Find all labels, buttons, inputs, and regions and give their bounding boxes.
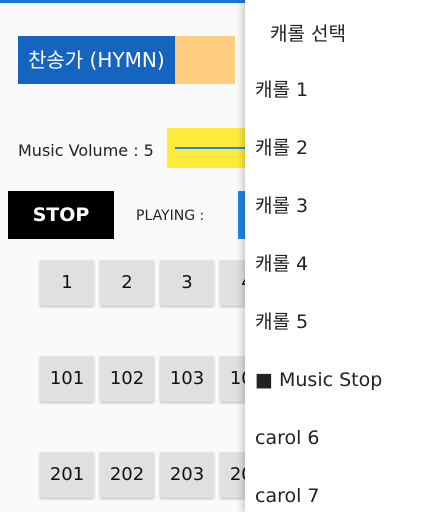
- dropdown-item-carol-6[interactable]: carol 6: [255, 418, 422, 458]
- song-button-103[interactable]: 103: [160, 356, 214, 402]
- carol-select-dropdown: 캐롤 선택 캐롤 1 캐롤 2 캐롤 3 캐롤 4 캐롤 5 ■ Music S…: [245, 0, 422, 512]
- hymn-color-swatch[interactable]: [175, 36, 235, 84]
- stop-button[interactable]: STOP: [8, 191, 114, 239]
- music-volume-label: Music Volume : 5: [18, 141, 154, 160]
- dropdown-item-carol-1[interactable]: 캐롤 1: [255, 70, 422, 110]
- dropdown-item-carol-4[interactable]: 캐롤 4: [255, 244, 422, 284]
- song-button-2[interactable]: 2: [100, 260, 154, 306]
- app-screen: 찬송가 (HYMN) Music Volume : 5 STOP PLAYING…: [0, 0, 422, 512]
- dropdown-item-carol-5[interactable]: 캐롤 5: [255, 302, 422, 342]
- song-button-3[interactable]: 3: [160, 260, 214, 306]
- dropdown-item-carol-3[interactable]: 캐롤 3: [255, 186, 422, 226]
- song-button-101[interactable]: 101: [40, 356, 94, 402]
- dropdown-title: 캐롤 선택: [270, 23, 346, 45]
- dropdown-item-carol-2[interactable]: 캐롤 2: [255, 128, 422, 168]
- dropdown-item-music-stop[interactable]: ■ Music Stop: [255, 360, 422, 400]
- dropdown-item-carol-7[interactable]: carol 7: [255, 476, 422, 512]
- song-button-201[interactable]: 201: [40, 452, 94, 498]
- song-button-102[interactable]: 102: [100, 356, 154, 402]
- song-button-203[interactable]: 203: [160, 452, 214, 498]
- volume-slider[interactable]: [167, 128, 257, 168]
- song-button-1[interactable]: 1: [40, 260, 94, 306]
- hymn-button[interactable]: 찬송가 (HYMN): [18, 36, 175, 84]
- song-button-202[interactable]: 202: [100, 452, 154, 498]
- playing-label: PLAYING :: [136, 208, 205, 224]
